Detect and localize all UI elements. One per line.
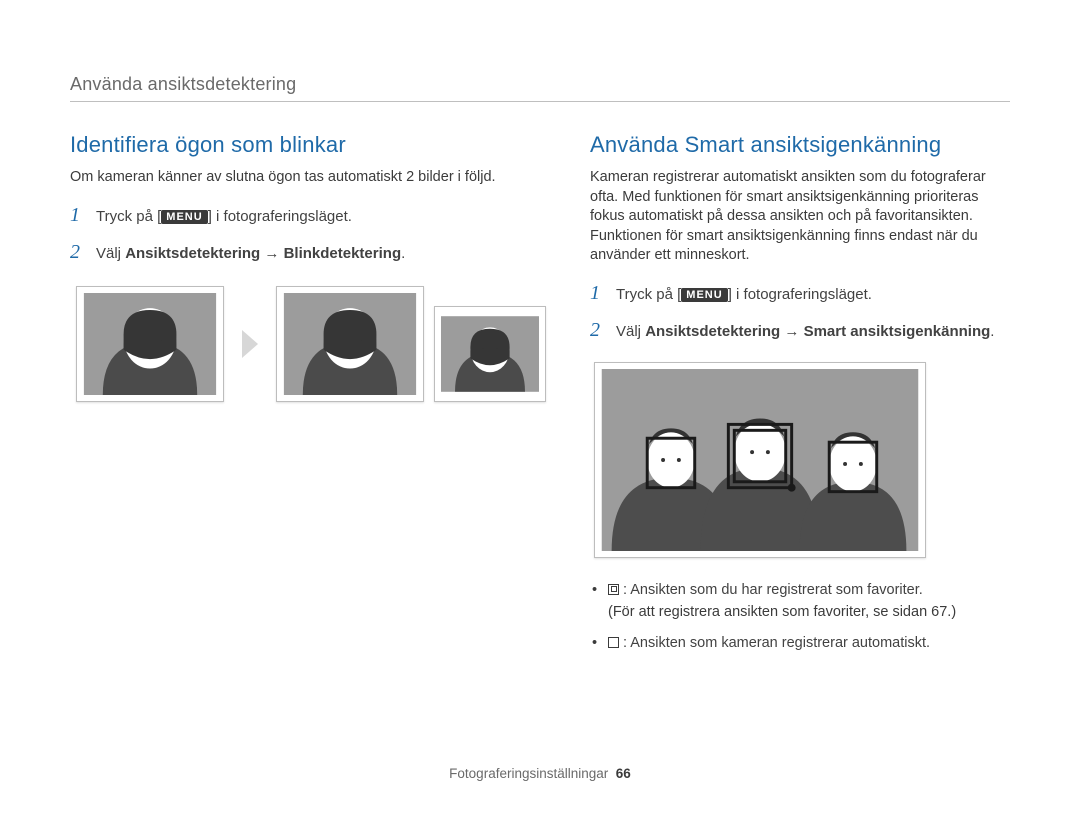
right-intro: Kameran registrerar automatiskt ansikten… [590,168,1010,266]
page-number: 66 [616,766,631,781]
right-column: Använda Smart ansiktsigenkänning Kameran… [590,132,1010,664]
legend-subnote: (För att registrera ansikten som favorit… [608,602,1010,623]
right-step-2: 2 Välj Ansiktsdetektering → Smart ansikt… [590,317,1010,344]
menu-icon: MENU [681,288,727,302]
legend-list: : Ansikten som du har registrerat som fa… [590,580,1010,654]
step-text: Välj Ansiktsdetektering → Smart ansiktsi… [616,322,994,342]
step-text: Tryck på [MENU] i fotograferingsläget. [616,285,872,305]
footer-label: Fotograferingsinställningar [449,766,608,781]
legend-item-auto: : Ansikten som kameran registrerar autom… [590,633,1010,654]
portrait-result-2 [434,306,546,402]
step-number: 2 [70,239,86,266]
two-column-layout: Identifiera ögon som blinkar Om kameran … [70,132,1010,664]
smart-recognition-illustration [594,362,926,558]
right-steps: 1 Tryck på [MENU] i fotograferingsläget.… [590,280,1010,344]
left-heading: Identifiera ögon som blinkar [70,132,546,158]
legend-item-favorite: : Ansikten som du har registrerat som fa… [590,580,1010,623]
left-column: Identifiera ögon som blinkar Om kameran … [70,132,546,664]
right-heading: Använda Smart ansiktsigenkänning [590,132,1010,158]
right-step-1: 1 Tryck på [MENU] i fotograferingsläget. [590,280,1010,307]
portrait-closed-eyes [76,286,224,402]
step-number: 1 [70,202,86,229]
result-pair [276,286,546,402]
step-text: Tryck på [MENU] i fotograferingsläget. [96,207,352,227]
left-steps: 1 Tryck på [MENU] i fotograferingsläget.… [70,202,546,266]
arrow-right-icon [242,330,258,358]
breadcrumb: Använda ansiktsdetektering [70,74,1010,95]
portrait-result-1 [276,286,424,402]
step-number: 1 [590,280,606,307]
double-box-icon [608,584,619,595]
left-intro: Om kameran känner av slutna ögon tas aut… [70,168,546,188]
step-text: Välj Ansiktsdetektering → Blinkdetekteri… [96,244,405,264]
header-rule [70,101,1010,102]
page-footer: Fotograferingsinställningar 66 [0,766,1080,781]
blink-illustration [76,286,546,402]
step-number: 2 [590,317,606,344]
left-step-1: 1 Tryck på [MENU] i fotograferingsläget. [70,202,546,229]
left-step-2: 2 Välj Ansiktsdetektering → Blinkdetekte… [70,239,546,266]
single-box-icon [608,637,619,648]
menu-icon: MENU [161,210,207,224]
